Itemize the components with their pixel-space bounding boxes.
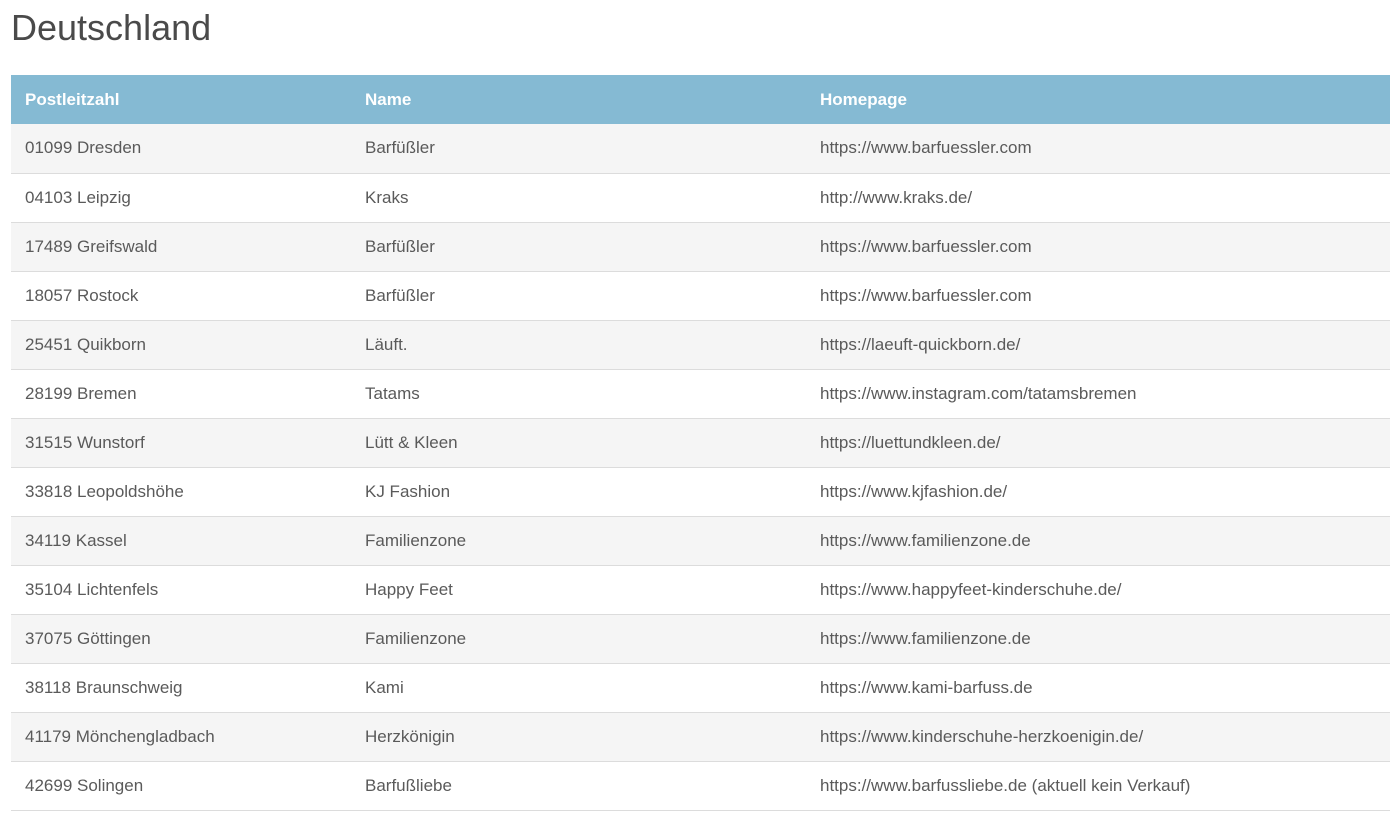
cell-store-name: Läuft. [365, 334, 408, 354]
cell-store-name: Barfußliebe [365, 775, 452, 795]
cell-zip-city: 01099 Dresden [25, 138, 142, 158]
cell-homepage-link[interactable]: https://www.kinderschuhe-herzkoenigin.de… [806, 712, 1390, 761]
cell-store-name: Barfüßler [365, 285, 435, 305]
table-header-row: Postleitzahl Name Homepage [11, 75, 1390, 124]
page-title: Deutschland [11, 7, 212, 48]
column-header-homepage: Homepage [820, 89, 907, 109]
table-row: 01099 Dresden Barfüßler https://www.barfue… [11, 124, 1390, 173]
table-row: 18057 Rostock Barfüßler https://www.barfue… [11, 271, 1390, 320]
cell-zip-city: 35104 Lichtenfels [25, 579, 159, 599]
cell-store-name: Barfüßler [365, 138, 435, 158]
cell-zip-city: 33818 Leopoldshöhe [25, 481, 184, 501]
cell-zip-city: 25451 Quikborn [25, 334, 146, 354]
cell-store-name: Familienzone [365, 530, 467, 550]
cell-zip-city: 31515 Wunstorf [25, 432, 145, 452]
table-row: 28199 Bremen Tatams https://www.instagram.… [11, 369, 1390, 418]
table-row: 37075 Göttingen Familienzone https://www.f… [11, 614, 1390, 663]
cell-store-name: KJ Fashion [365, 481, 451, 501]
page: Deutschland Postleitzahl Name Homepage 0… [0, 0, 1400, 817]
cell-homepage-link[interactable]: https://www.familienzone.de [806, 516, 1390, 565]
cell-zip-city: 17489 Greifswald [25, 236, 158, 256]
cell-store-name: Kraks [365, 187, 409, 207]
table-row: 31515 Wunstorf Lütt & Kleen https://luettu… [11, 418, 1390, 467]
cell-zip-city: 42699 Solingen [25, 775, 144, 795]
column-header-zip: Postleitzahl [25, 89, 120, 109]
cell-store-name: Herzkönigin [365, 726, 455, 746]
column-header-name: Name [365, 89, 412, 109]
table-row: 17489 Greifswald Barfüßler https://www.bar… [11, 222, 1390, 271]
cell-zip-city: 37075 Göttingen [25, 628, 151, 648]
cell-homepage-link[interactable]: https://www.kami-barfuss.de [806, 663, 1390, 712]
cell-zip-city: 38118 Braunschweig [25, 677, 183, 697]
table-row: 33818 Leopoldshöhe KJ Fashion https://www.… [11, 467, 1390, 516]
cell-zip-city: 41179 Mönchengladbach [25, 726, 215, 746]
cell-homepage-link[interactable]: https://www.instagram.com/tatamsbremen [806, 369, 1390, 418]
table-row: 25451 Quikborn Läuft. https://laeuft-quick… [11, 320, 1390, 369]
table-row: 38118 Braunschweig Kami https://www.kami-b… [11, 663, 1390, 712]
cell-zip-city: 04103 Leipzig [25, 187, 131, 207]
cell-homepage-link[interactable]: https://www.happyfeet-kinderschuhe.de/ [806, 565, 1390, 614]
cell-homepage-link[interactable]: https://www.barfuessler.com [806, 271, 1390, 320]
table-row: 41179 Mönchengladbach Herzkönigin https://… [11, 712, 1390, 761]
cell-zip-city: 34119 Kassel [25, 530, 127, 550]
table-header: Postleitzahl Name Homepage [11, 75, 1390, 124]
cell-homepage-link[interactable]: https://www.barfussliebe.de (aktuell kei… [806, 761, 1390, 810]
cell-store-name: Tatams [365, 383, 420, 403]
cell-zip-city: 28199 Bremen [25, 383, 137, 403]
store-table: Postleitzahl Name Homepage 01099 Dresden… [11, 75, 1390, 811]
cell-zip-city: 18057 Rostock [25, 285, 139, 305]
cell-store-name: Familienzone [365, 628, 467, 648]
cell-store-name: Kami [365, 677, 404, 697]
table-body: 01099 Dresden Barfüßler https://www.barfue… [11, 124, 1390, 810]
cell-store-name: Happy Feet [365, 579, 453, 599]
cell-store-name: Lütt & Kleen [365, 432, 458, 452]
cell-homepage-link[interactable]: https://luettundkleen.de/ [806, 418, 1390, 467]
table-row: 04103 Leipzig Kraks http://www.kraks.de/ [11, 173, 1390, 222]
table-row: 42699 Solingen Barfußliebe https://www.bar… [11, 761, 1390, 810]
cell-homepage-link[interactable]: https://www.familienzone.de [806, 614, 1390, 663]
cell-homepage-link[interactable]: https://laeuft-quickborn.de/ [806, 320, 1390, 369]
cell-store-name: Barfüßler [365, 236, 435, 256]
table-row: 35104 Lichtenfels Happy Feet https://www.h… [11, 565, 1390, 614]
cell-homepage-link[interactable]: https://www.barfuessler.com [806, 124, 1390, 173]
cell-homepage-link[interactable]: http://www.kraks.de/ [806, 173, 1390, 222]
table-row: 34119 Kassel Familienzone https://www.fami… [11, 516, 1390, 565]
cell-homepage-link[interactable]: https://www.barfuessler.com [806, 222, 1390, 271]
cell-homepage-link[interactable]: https://www.kjfashion.de/ [806, 467, 1390, 516]
